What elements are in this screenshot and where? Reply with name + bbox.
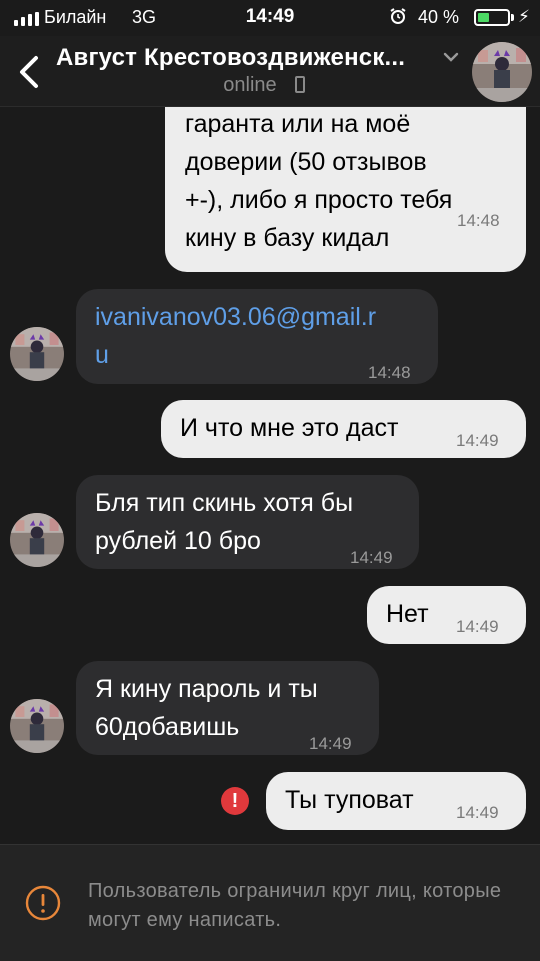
chevron-down-icon[interactable] (440, 46, 462, 68)
message-line: кину в базу кидал (185, 224, 390, 252)
message-line: рублей 10 бро (95, 527, 261, 555)
warning-circle-icon (25, 885, 61, 921)
message-time: 14:49 (456, 617, 499, 636)
message-time: 14:48 (457, 211, 500, 230)
sender-avatar[interactable] (10, 699, 64, 753)
status-bar: Билайн 3G 14:49 40 % ⚡ (0, 0, 540, 36)
phone-icon (294, 76, 305, 93)
outgoing-message[interactable]: И что мне это даст 14:49 (161, 400, 526, 458)
incoming-message[interactable]: ivanivanov03.06@gmail.r u 14:48 (76, 289, 438, 384)
message-time: 14:49 (350, 548, 393, 567)
message-line: Я кину пароль и ты (95, 675, 318, 703)
message-line: +-), либо я просто тебя (185, 186, 453, 214)
email-link[interactable]: ivanivanov03.06@gmail.r (95, 298, 376, 336)
message-line: Бля тип скинь хотя бы (95, 489, 354, 517)
chat-header: Август Крестовоздвиженск... online (0, 36, 540, 107)
incoming-message[interactable]: Бля тип скинь хотя бы рублей 10 бро 14:4… (76, 475, 419, 569)
message-text: Нет (386, 600, 429, 628)
charging-bolt-icon: ⚡ (518, 7, 530, 26)
message-line: доверии (50 отзывов (185, 148, 427, 176)
message-time: 14:49 (309, 734, 352, 753)
battery-level-fill (478, 13, 489, 22)
restriction-text: Пользователь ограничил круг лиц, которые… (88, 880, 502, 931)
outgoing-message[interactable]: ░ гаранта или на моё доверии (50 отзывов… (165, 107, 526, 272)
message-time: 14:48 (368, 363, 411, 382)
battery-icon (474, 9, 510, 26)
message-list[interactable]: ░ гаранта или на моё доверии (50 отзывов… (0, 107, 540, 844)
message-text: Ты туповат (285, 786, 414, 814)
messaging-restricted-notice: Пользователь ограничил круг лиц, которые… (0, 844, 540, 961)
sender-avatar[interactable] (10, 327, 64, 381)
alarm-icon (390, 8, 406, 24)
send-failed-icon[interactable]: ! (221, 787, 249, 815)
email-link-continued[interactable]: u (95, 336, 376, 374)
outgoing-message[interactable]: Ты туповат 14:49 (266, 772, 526, 830)
message-line: 60добавишь (95, 713, 240, 741)
battery-cap (511, 14, 514, 21)
message-time: 14:49 (456, 431, 499, 450)
message-line: гаранта или на моё (185, 110, 411, 138)
outgoing-message[interactable]: Нет 14:49 (367, 586, 526, 644)
message-time: 14:49 (456, 803, 499, 822)
contact-avatar[interactable] (472, 42, 532, 102)
online-status: online (0, 74, 540, 97)
battery-percent: 40 % (418, 7, 460, 27)
online-status-text: online (223, 74, 277, 96)
incoming-message[interactable]: Я кину пароль и ты 60добавишь 14:49 (76, 661, 379, 755)
sender-avatar[interactable] (10, 513, 64, 567)
message-text: И что мне это даст (180, 414, 399, 442)
contact-name[interactable]: Август Крестовоздвиженск... (56, 44, 436, 72)
